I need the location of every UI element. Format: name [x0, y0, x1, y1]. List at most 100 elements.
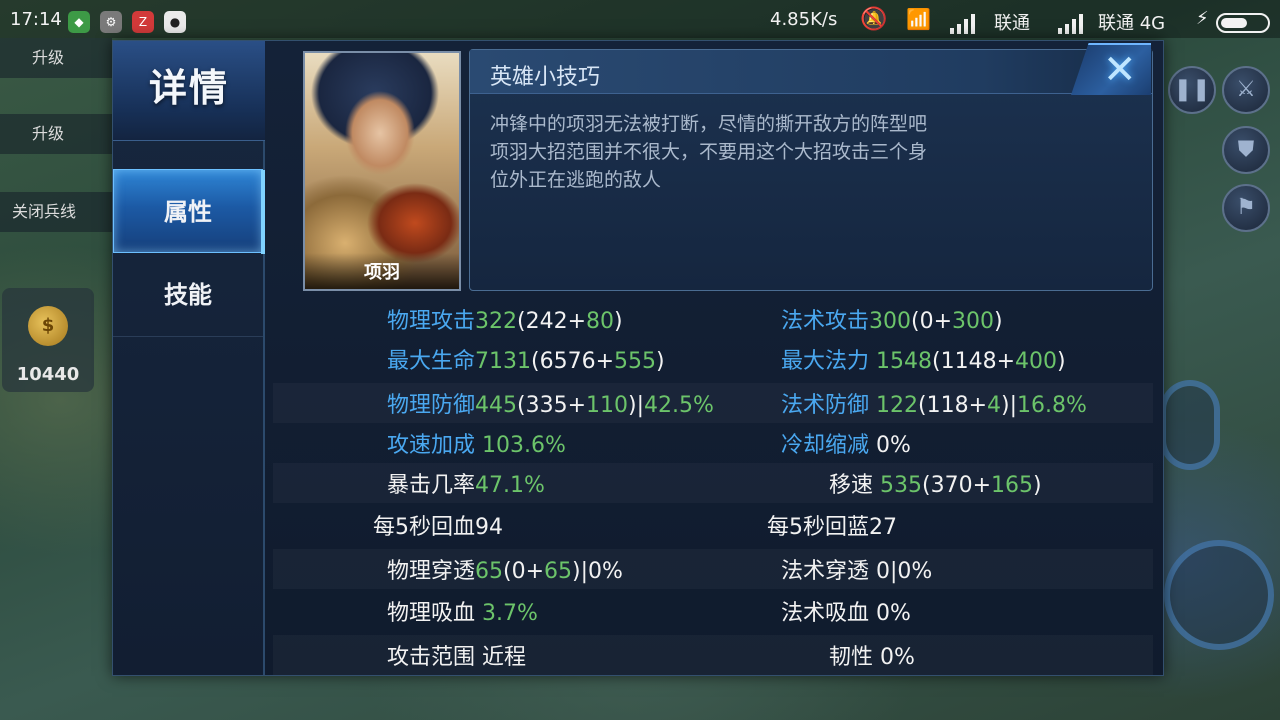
stat-row: 暴击几率47.1% 移速 535(370+165) — [273, 463, 1153, 503]
stat-label: 法术防御 — [781, 393, 870, 418]
stat-value: 65 — [475, 559, 504, 584]
gold-display[interactable]: $ 10440 — [2, 288, 94, 392]
tab-skills[interactable]: 技能 — [113, 253, 263, 337]
stat-value: 80 — [586, 309, 615, 334]
mute-icon: 🔕 — [860, 7, 888, 32]
stat-value: 165 — [991, 473, 1034, 498]
signal-icon — [950, 12, 980, 34]
stat-value: (370+ — [922, 473, 992, 498]
stat-label: 物理吸血 — [387, 601, 476, 626]
status-carrier-1: 联通 — [994, 13, 1030, 34]
stat-value: 555 — [614, 349, 657, 374]
stat-value: 42.5% — [644, 393, 714, 418]
stat-row: 攻击范围 近程 韧性 0% — [273, 635, 1153, 675]
bg-close-minions-row[interactable]: 关闭兵线 — [0, 192, 112, 232]
hero-portrait: 项羽 — [303, 51, 461, 291]
app-icon-gray: ⚙ — [100, 11, 122, 33]
stat-label: 移速 — [829, 473, 874, 498]
stat-label: 法术攻击 — [781, 309, 870, 334]
app-icon-green: ◆ — [68, 11, 90, 33]
hero-tip-line: 冲锋中的项羽无法被打断，尽情的撕开敌方的阵型吧 — [490, 113, 928, 135]
dialog-sidebar: 详情 属性 技能 — [113, 41, 265, 675]
stat-label: 物理攻击 — [387, 309, 476, 334]
stat-value: 300 — [869, 309, 912, 334]
sword-icon[interactable]: ⚔ — [1222, 66, 1270, 114]
stat-value: (1148+ — [932, 349, 1016, 374]
stat-left: 物理防御445(335+110)|42.5% — [387, 387, 714, 419]
wifi-icon: 📶 — [906, 7, 931, 31]
stat-value: 0% — [869, 433, 911, 458]
stat-right: 法术防御 122(118+4)|16.8% — [781, 387, 1087, 419]
stat-left: 攻击范围 近程 — [387, 639, 526, 671]
stat-label: 攻速加成 — [387, 433, 476, 458]
stat-left: 攻速加成 103.6% — [387, 427, 566, 459]
shield-icon[interactable]: ⛊ — [1222, 126, 1270, 174]
bg-skill-circle-2 — [1160, 380, 1220, 470]
tab-skills-label: 技能 — [164, 281, 212, 309]
stat-label: 法术吸血 — [781, 601, 870, 626]
stat-value: )| — [1001, 393, 1018, 418]
stat-value: 0|0% — [869, 559, 933, 584]
app-icon-red: Z — [132, 11, 154, 33]
status-carrier-2: 联通 4G — [1098, 13, 1166, 34]
hero-stats-list: 物理攻击322(242+80) 法术攻击300(0+300) 最大生命7131(65… — [273, 299, 1153, 675]
stat-row: 物理防御445(335+110)|42.5% 法术防御 122(118+4)|16… — [273, 383, 1153, 423]
dialog-title: 详情 — [113, 41, 265, 141]
stat-label: 冷却缩减 — [781, 433, 870, 458]
stat-right: 法术穿透 0|0% — [781, 553, 932, 585]
stat-value: (0+ — [911, 309, 953, 334]
stat-value: 110 — [586, 393, 629, 418]
stat-value: 535 — [873, 473, 922, 498]
flag-icon[interactable]: ⚑ — [1222, 184, 1270, 232]
stat-left: 物理攻击322(242+80) — [387, 303, 623, 335]
pause-icon[interactable]: ❚❚ — [1168, 66, 1216, 114]
stat-value: 16.8% — [1017, 393, 1087, 418]
stat-value: 445 — [475, 393, 518, 418]
stat-left: 每5秒回血94 — [373, 509, 503, 541]
stat-row: 物理攻击322(242+80) 法术攻击300(0+300) — [273, 299, 1153, 339]
close-icon: ✕ — [1103, 47, 1137, 93]
stat-right: 韧性 0% — [829, 639, 915, 671]
stat-value: ) — [1057, 349, 1066, 374]
stat-row: 物理穿透65(0+65)|0% 法术穿透 0|0% — [273, 549, 1153, 589]
stat-value: 3.7% — [475, 601, 538, 626]
background-left-menu: 升级 升级 关闭兵线 $ 10440 — [0, 38, 112, 392]
status-net-speed: 4.85K/s — [770, 9, 838, 30]
stat-label: 暴击几率 — [387, 473, 476, 498]
stat-value: (118+ — [918, 393, 988, 418]
stat-value: (335+ — [517, 393, 587, 418]
qq-penguin-icon: ● — [164, 11, 186, 33]
signal-icon-2 — [1058, 12, 1088, 34]
status-bar: 17:14 ◆ ⚙ Z ● 4.85K/s 🔕 📶 联通 联通 4G ⚡ — [0, 0, 1280, 38]
stat-left: 最大生命7131(6576+555) — [387, 343, 665, 375]
stat-value: ) — [994, 309, 1003, 334]
hero-detail-dialog: 详情 属性 技能 项羽 英雄小技巧 冲锋中的项羽无法被打断，尽情的撕开敌方的阵型… — [112, 40, 1164, 676]
bg-upgrade-row[interactable]: 升级 — [0, 38, 112, 78]
hero-tips-panel: 英雄小技巧 冲锋中的项羽无法被打断，尽情的撕开敌方的阵型吧 项羽大招范围并不很大… — [469, 49, 1153, 291]
stat-value: 27 — [869, 515, 897, 540]
status-time: 17:14 — [10, 9, 62, 30]
tab-attributes[interactable]: 属性 — [113, 169, 265, 254]
dialog-title-text: 详情 — [149, 66, 230, 110]
stat-value: (242+ — [517, 309, 587, 334]
stat-right: 移速 535(370+165) — [829, 467, 1042, 499]
bg-upgrade-row-2[interactable]: 升级 — [0, 114, 112, 154]
stat-right: 最大法力 1548(1148+400) — [781, 343, 1066, 375]
stat-label: 物理防御 — [387, 393, 476, 418]
hero-name: 项羽 — [305, 253, 459, 289]
stat-label: 最大生命 — [387, 349, 476, 374]
stat-value: ) — [614, 309, 623, 334]
stat-left: 物理吸血 3.7% — [387, 595, 538, 627]
stat-left: 物理穿透65(0+65)|0% — [387, 553, 623, 585]
stat-value: ) — [656, 349, 665, 374]
hero-tips-body: 冲锋中的项羽无法被打断，尽情的撕开敌方的阵型吧 项羽大招范围并不很大，不要用这个… — [490, 110, 1090, 194]
stat-label: 每5秒回蓝 — [767, 515, 869, 540]
bg-skill-circle — [1164, 540, 1274, 650]
gold-bag-icon: $ — [28, 306, 68, 346]
stat-label: 每5秒回血 — [373, 515, 475, 540]
hero-tips-title: 英雄小技巧 — [490, 65, 601, 90]
stat-row: 物理吸血 3.7% 法术吸血 0% — [273, 591, 1153, 631]
stat-value: 65 — [544, 559, 573, 584]
tab-attributes-label: 属性 — [164, 198, 212, 226]
stat-value: 7131 — [475, 349, 532, 374]
